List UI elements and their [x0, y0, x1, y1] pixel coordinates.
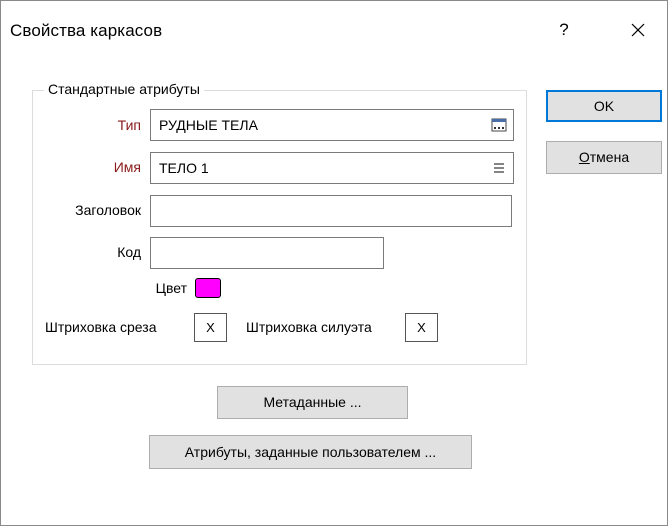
code-field[interactable] [150, 237, 384, 269]
name-value: ТЕЛО 1 [159, 160, 209, 176]
group-legend: Стандартные атрибуты [44, 81, 204, 97]
help-button[interactable]: ? [549, 15, 579, 45]
close-button[interactable] [623, 15, 653, 45]
silhouette-hatch-label: Штриховка силуэта [246, 319, 372, 335]
cancel-button[interactable]: Отмена [546, 141, 662, 174]
heading-label: Заголовок [75, 202, 141, 218]
type-value: РУДНЫЕ ТЕЛА [159, 117, 258, 133]
code-label: Код [117, 244, 141, 260]
wireframe-properties-dialog: Свойства каркасов ? Стандартные атрибуты… [0, 0, 668, 526]
section-hatch-button[interactable]: X [194, 313, 227, 342]
ok-button[interactable]: OK [546, 90, 662, 122]
menu-lines-icon[interactable] [491, 160, 507, 176]
section-hatch-label: Штриховка среза [45, 319, 157, 335]
cancel-accelerator: О [578, 149, 590, 165]
cancel-label-rest: тмена [589, 149, 630, 165]
close-icon [631, 23, 645, 37]
color-label: Цвет [155, 280, 187, 296]
type-label: Тип [117, 117, 141, 133]
silhouette-hatch-button[interactable]: X [405, 313, 438, 342]
name-label: Имя [113, 159, 141, 175]
dialog-title: Свойства каркасов [10, 21, 163, 40]
heading-field[interactable] [150, 195, 512, 227]
color-swatch[interactable] [195, 278, 221, 298]
type-field[interactable]: РУДНЫЕ ТЕЛА [150, 109, 514, 141]
name-field[interactable]: ТЕЛО 1 [150, 152, 514, 184]
browse-list-icon[interactable] [491, 117, 507, 133]
metadata-button[interactable]: Метаданные ... [217, 386, 408, 419]
user-attributes-button[interactable]: Атрибуты, заданные пользователем ... [149, 435, 472, 469]
